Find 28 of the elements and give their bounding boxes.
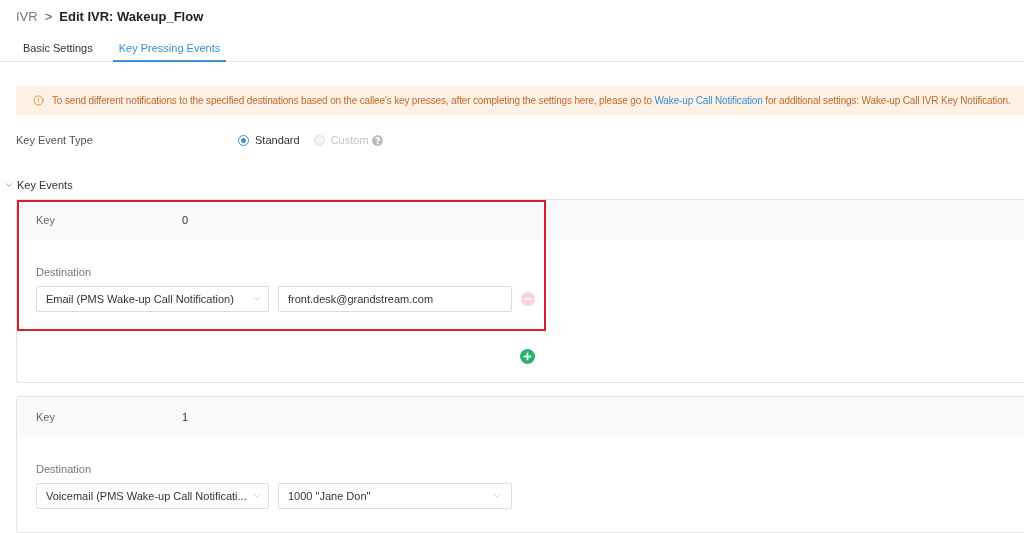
minus-circle-icon [521,292,535,306]
destination-label: Destination [36,462,92,477]
key-value: 0 [182,212,189,228]
email-input[interactable]: front.desk@grandstream.com [278,286,512,312]
collapse-chevron-icon[interactable] [4,180,14,190]
tab[interactable]: Key Pressing Events [112,35,227,63]
destination-type-select[interactable]: Email (PMS Wake-up Call Notification) [36,286,269,312]
page-title: Edit IVR: Wakeup_Flow [59,8,204,26]
chevron-down-icon [252,491,262,501]
section-title: Key Events [17,177,73,193]
plus-circle-icon [520,349,535,364]
chevron-down-icon [252,294,262,304]
key-label: Key [36,212,56,228]
add-button[interactable] [520,349,535,364]
notice-text: To send different notifications to the specified destinations based on the callee's key presses, after completing the settings here, please go to Wake-up Call Notification for additional settings: Wake-up Call IVR Key Notification. [52,94,1011,109]
warning-icon [33,95,44,107]
field-label: Key Event Type [16,133,94,149]
destination-type-select[interactable]: Voicemail (PMS Wake-up Call Notificati... [36,483,269,509]
breadcrumb-separator: > [44,8,53,26]
key-value: 1 [182,409,189,425]
extension-select[interactable]: 1000 "Jane Don" [278,483,512,509]
destination-label: Destination [36,265,92,280]
radio-label: Standard [255,133,300,149]
breadcrumb-link[interactable]: IVR [16,7,38,27]
chevron-down-icon [492,491,502,501]
key-label: Key [36,409,56,425]
tab[interactable]: Basic Settings [17,35,99,63]
radio-label: Custom [330,133,369,149]
